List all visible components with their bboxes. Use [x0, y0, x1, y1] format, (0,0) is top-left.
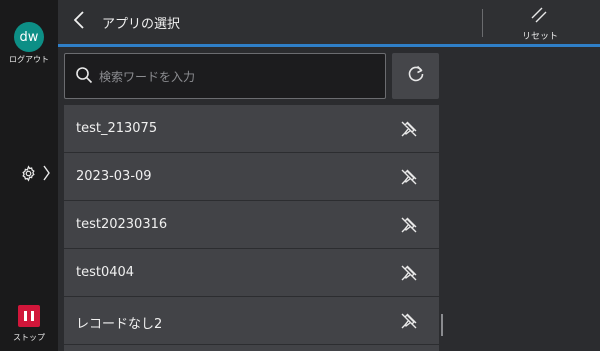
left-rail: dw ログアウト ストップ: [0, 0, 58, 351]
pin-off-icon[interactable]: [399, 119, 419, 139]
pin-off-icon[interactable]: [399, 215, 419, 235]
pin-off-icon[interactable]: [399, 167, 419, 187]
stop-label[interactable]: ストップ: [0, 332, 58, 343]
list-scrollbar[interactable]: [441, 314, 443, 336]
gear-icon: [20, 164, 37, 186]
list-item[interactable]: test_213075: [64, 105, 439, 153]
list-item[interactable]: test0404: [64, 249, 439, 297]
list-item[interactable]: レコードなし2: [64, 297, 439, 345]
app-name: レコードなし2: [76, 317, 163, 332]
search-placeholder: 検索ワードを入力: [99, 70, 196, 84]
logout-label[interactable]: ログアウト: [0, 54, 58, 65]
app-name: test0404: [76, 265, 135, 280]
list-item[interactable]: test20230316: [64, 201, 439, 249]
reset-icon: [530, 6, 548, 28]
reset-button[interactable]: リセット: [510, 6, 570, 42]
list-item[interactable]: [64, 345, 439, 351]
app-name: test_213075: [76, 121, 158, 136]
header-divider: [482, 9, 483, 37]
chevron-left-icon: [73, 11, 84, 33]
logout-avatar[interactable]: dw: [14, 22, 44, 52]
app-name: test20230316: [76, 217, 168, 232]
stop-button[interactable]: [18, 305, 40, 327]
pause-bar-icon: [31, 311, 34, 321]
pause-bar-icon: [24, 311, 27, 321]
search-input[interactable]: 検索ワードを入力: [64, 53, 386, 99]
back-button[interactable]: [73, 11, 94, 33]
settings-toggle[interactable]: [20, 164, 52, 186]
empty-detail-panel: [445, 47, 600, 351]
app-name: 2023-03-09: [76, 169, 152, 184]
refresh-button[interactable]: [392, 53, 439, 99]
pin-off-icon[interactable]: [399, 311, 419, 331]
page-title: アプリの選択: [102, 17, 181, 32]
list-item[interactable]: 2023-03-09: [64, 153, 439, 201]
chevron-right-icon: [43, 165, 50, 185]
app-list: test_213075 2023-03-09 test20230316 test…: [64, 105, 439, 351]
reset-label: リセット: [521, 32, 558, 42]
pin-off-icon[interactable]: [399, 263, 419, 283]
search-icon: [75, 66, 93, 88]
app-header: アプリの選択 リセット: [58, 0, 600, 44]
refresh-icon: [406, 64, 426, 88]
